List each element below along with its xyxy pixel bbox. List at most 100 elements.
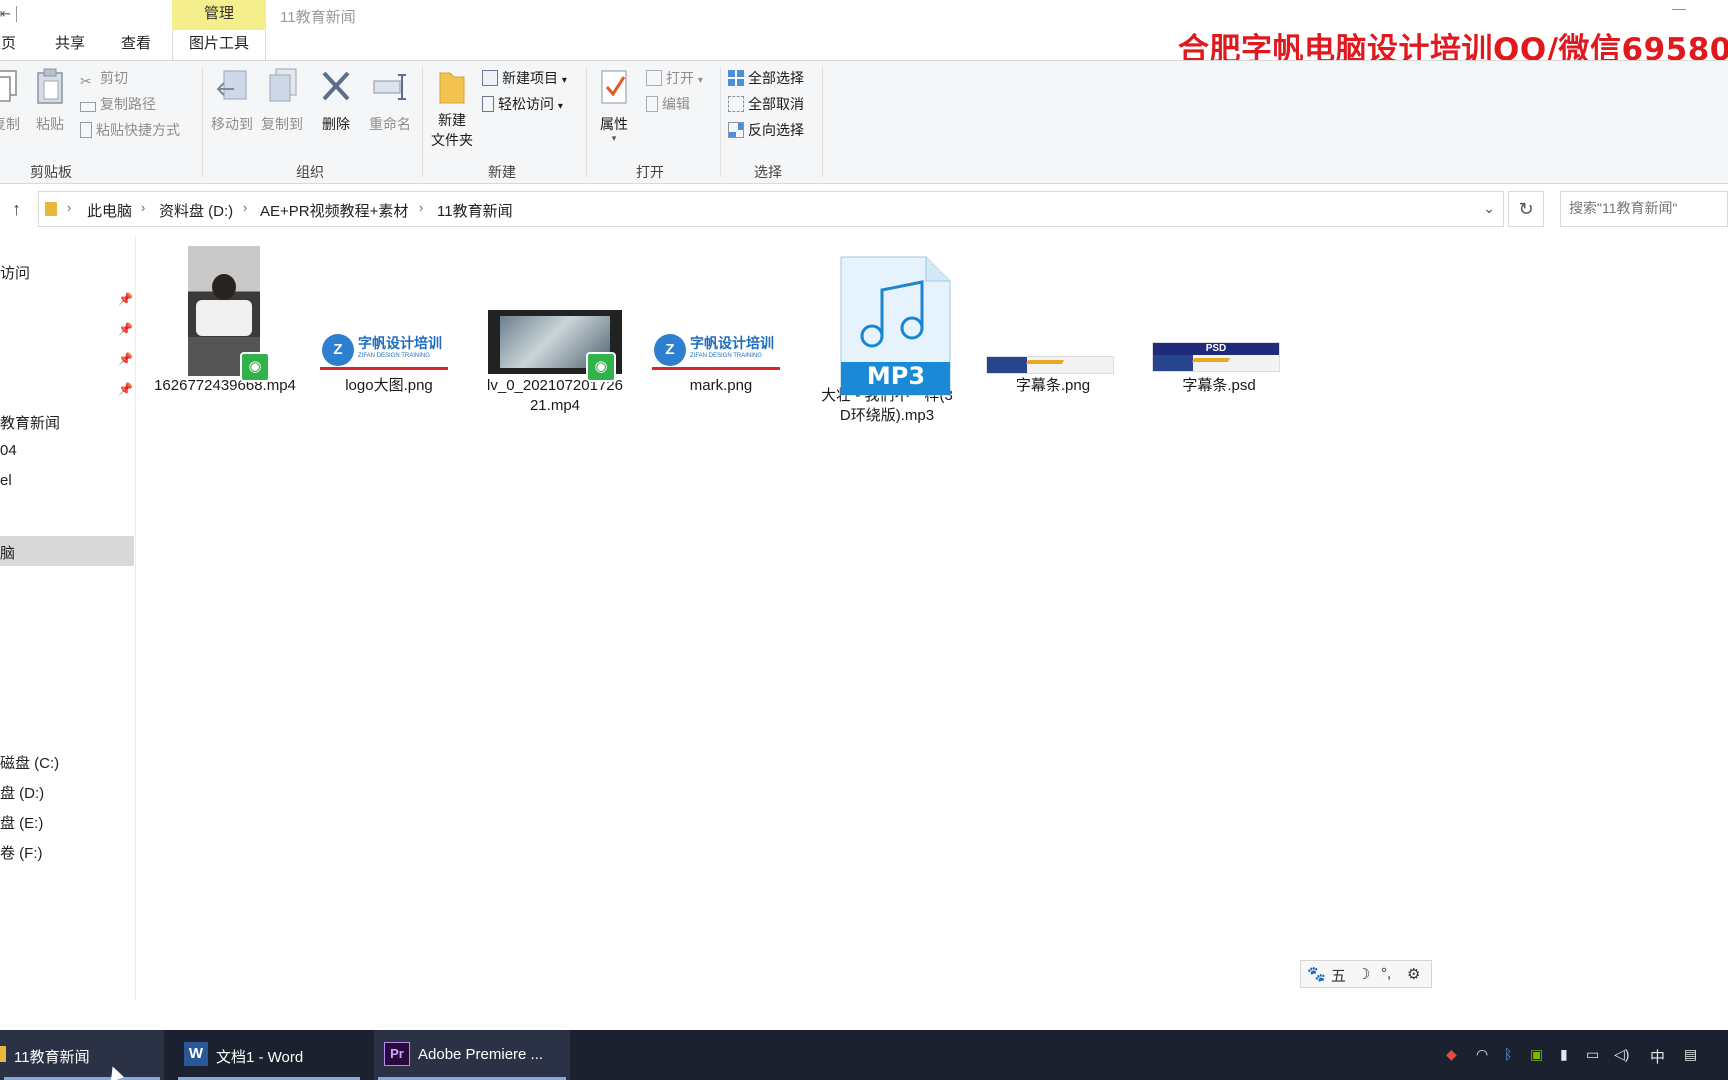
word-app-icon: W <box>184 1042 208 1066</box>
nav-quick-access[interactable]: 访问 <box>0 262 30 283</box>
title-bar: ⇤ 管理 11教育新闻 — 合肥字帆电脑设计培训QQ/微信695802 <box>0 0 1728 68</box>
pin-icon[interactable]: 📌 <box>118 322 133 336</box>
pin-icon[interactable]: 📌 <box>118 292 133 306</box>
open-button[interactable]: 打开 ▾ <box>646 67 703 89</box>
paste-label: 粘贴 <box>36 116 64 132</box>
bluetooth-icon[interactable]: ᛒ <box>1504 1046 1512 1062</box>
context-tab-manage[interactable]: 管理 <box>172 0 266 30</box>
red-diamond-app-icon[interactable]: ◆ <box>1446 1046 1457 1063</box>
ime-logo-icon[interactable]: 🐾 <box>1307 965 1326 983</box>
taskbar-item-word[interactable]: W 文档1 - Word <box>174 1030 364 1080</box>
volume-icon[interactable]: ◁) <box>1614 1046 1629 1063</box>
ime-punctuation-icon[interactable]: °, <box>1381 965 1391 982</box>
delete-button[interactable]: 删除 <box>316 67 356 134</box>
ime-settings-gear-icon[interactable]: ⚙ <box>1407 965 1420 983</box>
taskbar-item-premiere[interactable]: Pr Adobe Premiere ... <box>374 1030 570 1080</box>
refresh-icon[interactable]: ↻ <box>1508 191 1544 227</box>
battery-icon[interactable]: ▭ <box>1586 1046 1599 1063</box>
breadcrumb-this-pc[interactable]: 此电脑 <box>87 200 132 221</box>
nav-drive-d[interactable]: 盘 (D:) <box>0 782 44 803</box>
subtitle-bar-stripe <box>1025 360 1065 364</box>
breadcrumb-ae-pr-folder[interactable]: AE+PR视频教程+素材 <box>260 200 408 221</box>
file-item[interactable]: 字幕条.png <box>978 246 1128 396</box>
pin-icon[interactable]: 📌 <box>118 382 133 396</box>
chevron-right-icon: › <box>243 200 248 215</box>
ime-toolbar: 🐾 五 ☽ °, ⚙ <box>1300 960 1432 988</box>
taskbar-item-explorer[interactable]: 11教育新闻 <box>0 1030 164 1080</box>
image-thumbnail <box>978 246 1128 376</box>
easy-access-button[interactable]: 轻松访问 ▾ <box>482 93 563 115</box>
paste-button[interactable]: 粘贴 <box>32 67 68 134</box>
nav-folder-item[interactable]: 脑 <box>0 542 15 563</box>
file-name: 字幕条.psd <box>1182 377 1256 394</box>
file-item[interactable]: ◉ 1626772439668.mp4 <box>150 246 300 396</box>
video-thumbnail: ◉ <box>480 246 630 382</box>
logo-mark-icon: Z <box>322 334 354 366</box>
notification-icon[interactable]: ▤ <box>1684 1046 1697 1063</box>
mp3-badge-text: MP3 <box>866 362 926 390</box>
file-item[interactable]: Z 字帆设计培训 ZIFAN DESIGN TRAINING mark.png <box>646 246 796 396</box>
subtitle-bar-blue <box>987 357 1027 373</box>
paste-shortcut-button[interactable]: 粘贴快捷方式 <box>80 119 180 141</box>
copy-to-label: 复制到 <box>261 116 303 132</box>
select-all-button[interactable]: 全部选择 <box>728 67 804 89</box>
nav-drive-c[interactable]: 磁盘 (C:) <box>0 752 59 773</box>
group-separator <box>202 67 203 177</box>
delete-label: 删除 <box>322 116 350 132</box>
nav-folder-item[interactable]: el <box>0 472 12 489</box>
taskbar: 11教育新闻 W 文档1 - Word Pr Adobe Premiere ..… <box>0 1030 1728 1080</box>
rename-button[interactable]: 重命名 <box>366 67 414 134</box>
file-item[interactable]: MP3 大壮 - 我们不一样(3D环绕版).mp3 <box>812 246 962 426</box>
subtitle-bar-image <box>986 356 1114 374</box>
ime-halfwidth-icon[interactable]: ☽ <box>1357 965 1370 983</box>
address-bar[interactable]: › 此电脑 › 资料盘 (D:) › AE+PR视频教程+素材 › 11教育新闻… <box>38 191 1504 227</box>
quick-access-arrow-icon[interactable]: ⇤ <box>0 6 11 22</box>
move-to-button[interactable]: 移动到 <box>208 67 256 134</box>
new-folder-button[interactable]: 新建 文件夹 <box>428 67 476 150</box>
tab-view[interactable]: 查看 <box>104 30 168 60</box>
search-box[interactable] <box>1560 191 1728 227</box>
rename-icon <box>373 74 406 100</box>
folder-icon <box>439 72 465 104</box>
dropdown-arrow-icon: ▾ <box>557 101 563 112</box>
minimize-button[interactable]: — <box>1664 0 1694 22</box>
nav-drive-f[interactable]: 卷 (F:) <box>0 842 43 863</box>
breadcrumb-current-folder[interactable]: 11教育新闻 <box>437 200 513 221</box>
properties-label: 属性 <box>600 116 628 132</box>
dropdown-arrow-icon: ▾ <box>611 133 617 143</box>
nav-folder-item[interactable]: 04 <box>0 442 17 459</box>
nav-folder-item[interactable]: 教育新闻 <box>0 412 60 433</box>
copy-to-button[interactable]: 复制到 <box>258 67 306 134</box>
ime-wubi-mode[interactable]: 五 <box>1331 965 1346 986</box>
rename-label: 重命名 <box>369 116 411 132</box>
copy-to-icon <box>269 68 297 102</box>
tab-share[interactable]: 共享 <box>40 30 100 60</box>
breadcrumb-drive-d[interactable]: 资料盘 (D:) <box>159 200 233 221</box>
file-item[interactable]: Z 字帆设计培训 ZIFAN DESIGN TRAINING logo大图.pn… <box>314 246 464 396</box>
edit-button[interactable]: 编辑 <box>646 93 690 115</box>
nav-drive-e[interactable]: 盘 (E:) <box>0 812 43 833</box>
network-icon[interactable]: ◠ <box>1476 1046 1488 1063</box>
tab-picture-tools[interactable]: 图片工具 <box>172 30 266 60</box>
microphone-icon[interactable]: ▮ <box>1560 1046 1568 1063</box>
invert-selection-button[interactable]: 反向选择 <box>728 119 804 141</box>
up-arrow-icon[interactable]: ↑ <box>12 199 21 220</box>
properties-button[interactable]: 属性 ▾ <box>592 67 636 143</box>
pin-icon[interactable]: 📌 <box>118 352 133 366</box>
group-label-new: 新建 <box>488 164 516 180</box>
new-item-button[interactable]: 新建项目 ▾ <box>482 67 567 89</box>
search-input[interactable] <box>1569 200 1728 216</box>
ime-language-indicator[interactable]: 中 <box>1650 1046 1665 1067</box>
scissors-icon: ✂ <box>80 73 92 89</box>
chevron-down-icon[interactable]: ⌄ <box>1483 200 1495 217</box>
select-none-button[interactable]: 全部取消 <box>728 93 804 115</box>
nav-selected-highlight <box>0 536 134 566</box>
file-item[interactable]: PSD 字幕条.psd <box>1144 246 1294 396</box>
nvidia-icon[interactable]: ▣ <box>1530 1046 1543 1063</box>
tab-home[interactable]: 主页 <box>0 30 30 60</box>
cut-button[interactable]: ✂ 剪切 <box>80 67 128 89</box>
copy-button[interactable]: 复制 <box>0 67 20 134</box>
copy-path-button[interactable]: 复制路径 <box>80 93 156 115</box>
group-label-open: 打开 <box>636 164 664 180</box>
file-item[interactable]: ◉ lv_0_20210720172621.mp4 <box>480 246 630 416</box>
